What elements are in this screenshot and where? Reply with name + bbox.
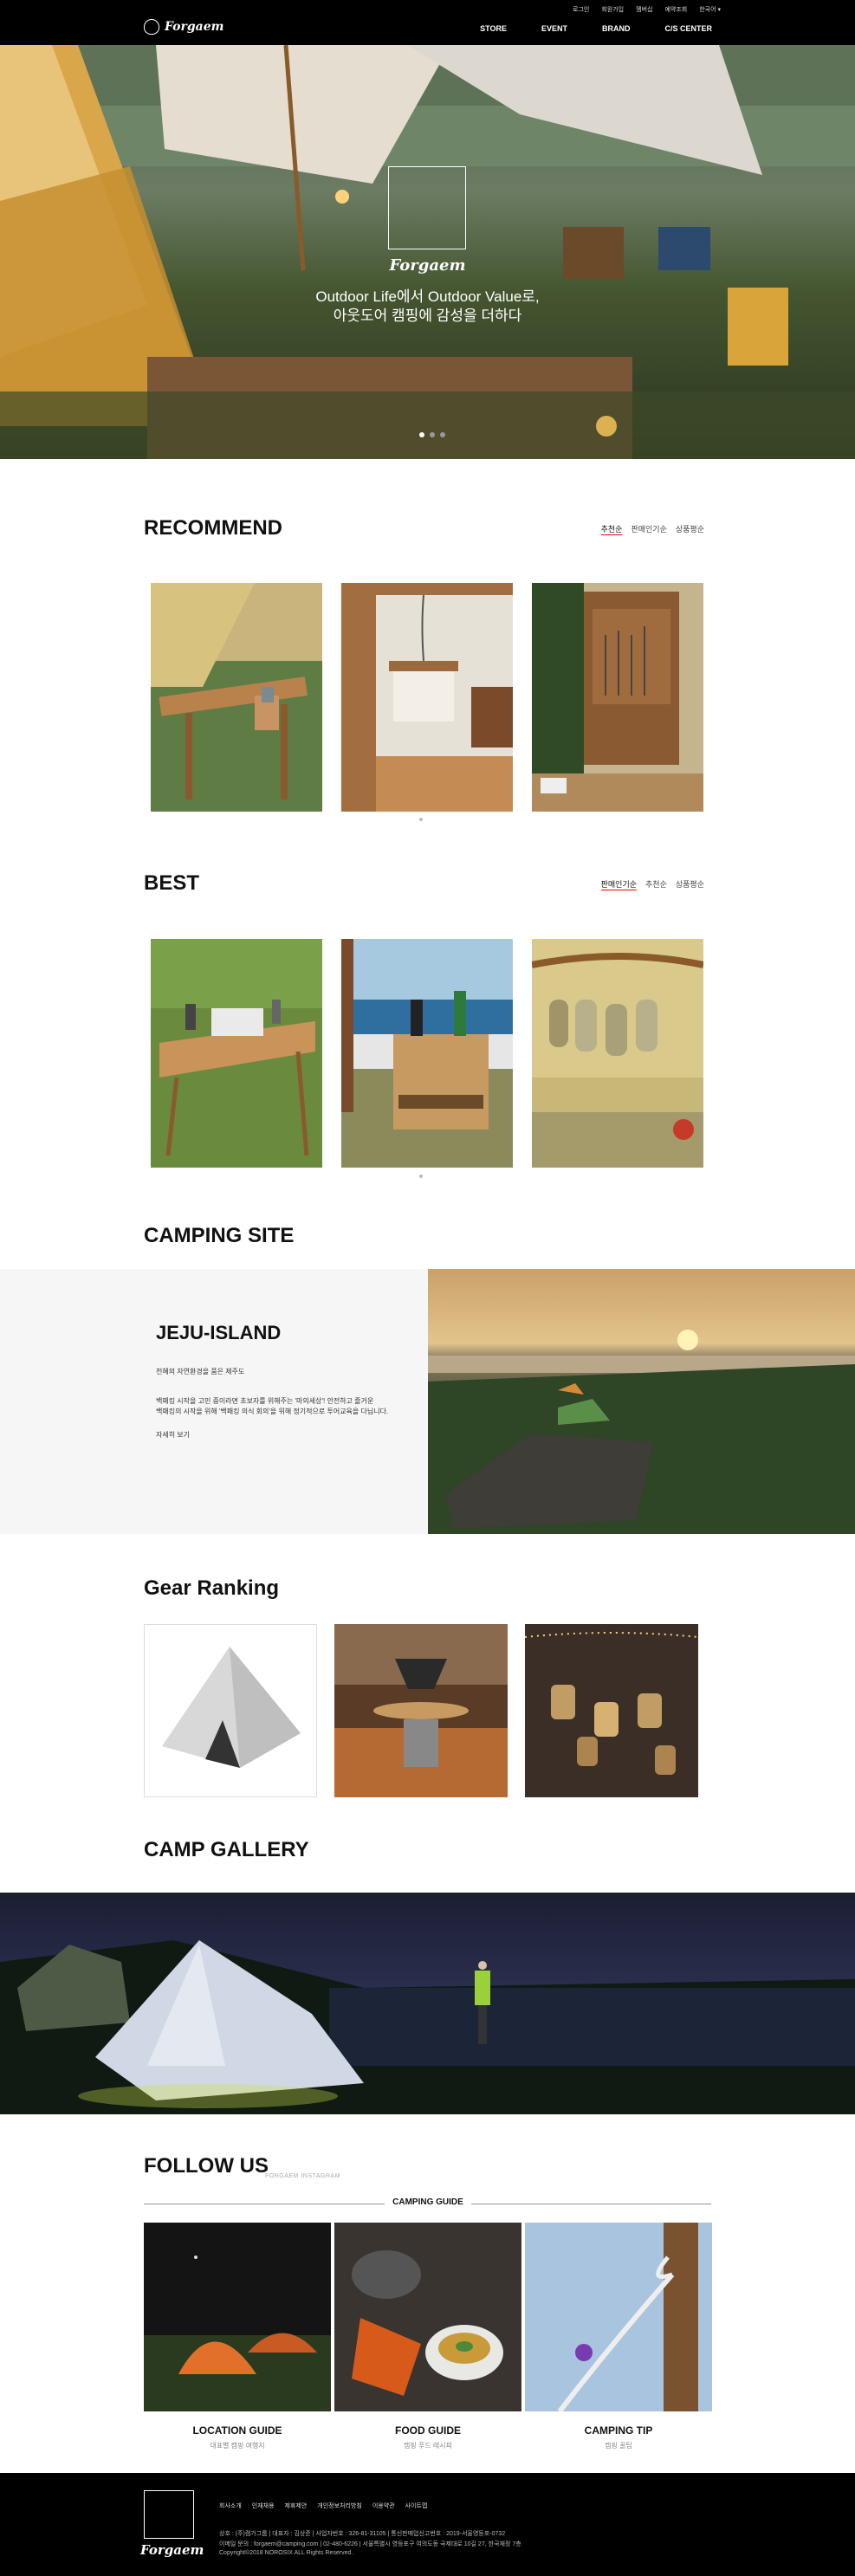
footer-link-partnership[interactable]: 제휴제안 (285, 2502, 308, 2510)
gear-card[interactable] (144, 1624, 317, 1797)
footer-link-sitemap[interactable]: 사이트맵 (405, 2502, 428, 2510)
camp-gallery-title: CAMP GALLERY (144, 1838, 309, 1861)
hero-banner[interactable]: Forgaem Outdoor Life에서 Outdoor Value로, 아… (0, 45, 855, 459)
guide-image-location (144, 2223, 331, 2411)
camping-guide-list (144, 2223, 712, 2411)
product-image (341, 939, 513, 1168)
footer-link-privacy[interactable]: 개인정보처리방침 (317, 2502, 362, 2510)
follow-us-subtitle: FORGAEM INSTAGRAM (265, 2173, 340, 2179)
best-title: BEST (144, 871, 200, 895)
sort-recommend[interactable]: 추천순 (645, 878, 667, 890)
nav-item-brand[interactable]: BRAND (602, 24, 631, 33)
utility-menu: 로그인 회원가입 멤버십 예약조회 한국어 ▾ (573, 5, 721, 14)
footer-copyright: Copyright©2018 NOROSIX ALL Rights Reserv… (219, 2550, 353, 2556)
guide-title-food[interactable]: FOOD GUIDE (334, 2424, 521, 2437)
language-select[interactable]: 한국어 ▾ (699, 5, 721, 14)
follow-us-title: FOLLOW US (144, 2154, 269, 2178)
footer-logo-mark-icon (144, 2490, 194, 2539)
footer-link-careers[interactable]: 인재채용 (252, 2502, 275, 2510)
site-footer (0, 2473, 855, 2576)
recommend-pagination[interactable] (419, 818, 423, 821)
gear-image-coffee-dripper (334, 1624, 508, 1797)
guide-card-location[interactable] (144, 2223, 331, 2411)
camping-site-desc-3: 백패킹의 시작을 위해 '백패킹 의식 회의'을 위해 정기적으로 투어교육을 … (156, 1408, 389, 1415)
gear-image-tent (145, 1625, 316, 1796)
footer-company-info: 상호 : (주)캠가그룹 | 대표자 : 김상준 | 사업자번호 : 326-8… (219, 2531, 506, 2537)
nav-item-cs-center[interactable]: C/S CENTER (664, 24, 712, 33)
camping-site-photo (428, 1269, 855, 1534)
product-card[interactable] (341, 939, 513, 1168)
hero-dot-1[interactable] (419, 432, 424, 437)
guide-card-tip[interactable] (525, 2223, 712, 2411)
gallery-night-tent-image (0, 1940, 855, 2114)
footer-contact-info: 이메일 문의 : forgaem@camping.com | 02-480-62… (219, 2541, 521, 2547)
brand-logo[interactable]: Forgaem (144, 19, 223, 35)
product-card[interactable] (341, 583, 513, 812)
nav-item-store[interactable]: STORE (480, 24, 507, 33)
sort-review[interactable]: 상품평순 (676, 523, 704, 535)
product-card[interactable] (151, 583, 322, 812)
brand-name: Forgaem (165, 20, 224, 34)
best-pagination[interactable] (419, 1175, 423, 1178)
recommend-products (151, 583, 703, 812)
guide-card-food[interactable] (334, 2223, 521, 2411)
guide-title-tip[interactable]: CAMPING TIP (525, 2424, 712, 2437)
camp-gallery-banner[interactable] (0, 1893, 855, 2114)
sort-popular[interactable]: 판매인기순 (600, 878, 638, 890)
product-image (151, 939, 322, 1168)
camping-guide-label: CAMPING GUIDE (385, 2197, 471, 2207)
best-sort: 판매인기순 추천순 상품평순 (600, 878, 704, 890)
gear-card[interactable] (525, 1624, 698, 1797)
guide-image-tip (525, 2223, 712, 2411)
product-image (341, 583, 513, 812)
guide-sub-location: 대표별 캠핑 여행지 (210, 2442, 265, 2450)
product-card[interactable] (532, 939, 703, 1168)
membership-link[interactable]: 멤버십 (636, 5, 652, 14)
best-products (151, 939, 703, 1168)
hero-camping-photo (0, 45, 855, 459)
recommend-sort: 추천순 판매인기순 상품평순 (600, 523, 704, 535)
product-image (151, 583, 322, 812)
recommend-title: RECOMMEND (144, 516, 282, 540)
guide-image-food (334, 2223, 521, 2411)
guide-sub-food: 캠핑 푸드 레시피 (404, 2442, 452, 2450)
hero-brand: Forgaem (389, 256, 466, 275)
hero-pagination (419, 432, 445, 437)
footer-link-terms[interactable]: 이용약관 (372, 2502, 395, 2510)
top-header: Forgaem 로그인 회원가입 멤버십 예약조회 한국어 ▾ STORE EV… (0, 0, 855, 45)
product-image (532, 583, 703, 812)
gear-card[interactable] (334, 1624, 508, 1797)
footer-link-about[interactable]: 회사소개 (219, 2502, 242, 2510)
nav-item-event[interactable]: EVENT (541, 24, 567, 33)
gear-ranking-list (144, 1624, 698, 1797)
main-nav: STORE EVENT BRAND C/S CENTER (480, 24, 712, 33)
sort-review[interactable]: 상품평순 (676, 878, 704, 890)
product-image (532, 939, 703, 1168)
hero-dot-2[interactable] (430, 432, 435, 437)
gear-image-lanterns (525, 1624, 698, 1797)
hero-headline-2: 아웃도어 캠핑에 감성을 더하다 (333, 307, 522, 324)
sort-popular[interactable]: 판매인기순 (631, 523, 666, 535)
signup-link[interactable]: 회원가입 (601, 5, 624, 14)
reservation-link[interactable]: 예약조회 (664, 5, 687, 14)
login-link[interactable]: 로그인 (573, 5, 589, 14)
hero-logo-mark-icon (388, 166, 466, 249)
camping-site-name: JEJU-ISLAND (156, 1322, 282, 1343)
footer-brand: Forgaem (140, 2542, 204, 2558)
gear-ranking-title: Gear Ranking (144, 1576, 280, 1600)
camping-site-title: CAMPING SITE (144, 1224, 295, 1247)
jeju-sunset-image (428, 1330, 855, 1534)
guide-title-location[interactable]: LOCATION GUIDE (144, 2424, 331, 2437)
camping-site-more-link[interactable]: 자세히 보기 (156, 1430, 190, 1440)
product-card[interactable] (151, 939, 322, 1168)
camping-site-desc-2: 백패킹 시작을 고민 중이라면 초보자를 위해주는 '마의세상'! 안전하고 즐… (156, 1397, 374, 1405)
hero-dot-3[interactable] (440, 432, 445, 437)
sort-recommend[interactable]: 추천순 (600, 523, 623, 535)
guide-sub-tip: 캠핑 꿀팁 (605, 2442, 632, 2450)
footer-links: 회사소개 인재채용 제휴제안 개인정보처리방침 이용약관 사이트맵 (219, 2502, 427, 2510)
product-card[interactable] (532, 583, 703, 812)
logo-mark-icon (144, 19, 159, 35)
camping-site-desc-1: 천혜의 자연환경을 품은 제주도 (156, 1368, 245, 1375)
